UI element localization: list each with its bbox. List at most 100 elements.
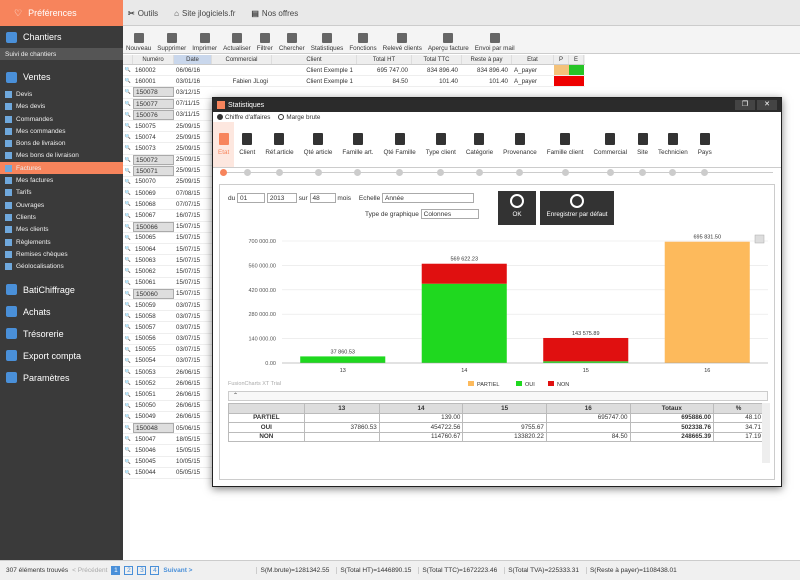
tab-famille-client[interactable]: Famille client (542, 122, 589, 167)
view-icon[interactable]: 🔍 (123, 358, 133, 364)
sidebar-section-ventes[interactable]: Ventes (0, 66, 123, 88)
sidebar-item-ouvrages[interactable]: Ouvrages (0, 199, 123, 211)
view-icon[interactable]: 🔍 (123, 213, 133, 219)
col-numero[interactable]: Numéro (133, 55, 174, 64)
view-icon[interactable]: 🔍 (123, 347, 133, 353)
view-icon[interactable]: 🔍 (123, 157, 133, 163)
close-icon[interactable]: ✕ (757, 100, 777, 110)
view-icon[interactable]: 🔍 (123, 392, 133, 398)
toolbar-filtrer-button[interactable]: Filtrer (254, 26, 276, 54)
toolbar-supprimer-button[interactable]: Supprimer (154, 26, 189, 54)
sidebar-item-remises-ch-ques[interactable]: Remises chèques (0, 248, 123, 260)
sidebar-item-r-glements[interactable]: Règlements (0, 236, 123, 248)
sidebar-item-clients[interactable]: Clients (0, 211, 123, 223)
page-2[interactable]: 2 (124, 566, 134, 575)
col-date[interactable]: Date (174, 55, 212, 64)
view-icon[interactable]: 🔍 (123, 369, 133, 375)
view-icon[interactable]: 🔍 (123, 78, 133, 84)
view-icon[interactable]: 🔍 (123, 291, 133, 297)
page-4[interactable]: 4 (150, 566, 160, 575)
tab-provenance[interactable]: Provenance (498, 122, 542, 167)
view-icon[interactable]: 🔍 (123, 224, 133, 230)
view-icon[interactable]: 🔍 (123, 89, 133, 95)
toolbar-aper-u-facture-button[interactable]: Aperçu facture (425, 26, 472, 54)
sidebar-item-bons-de-livraison[interactable]: Bons de livraison (0, 137, 123, 149)
view-icon[interactable]: 🔍 (123, 179, 133, 185)
table-scrollbar[interactable] (762, 403, 770, 463)
sidebar-item-factures[interactable]: Factures (0, 162, 123, 175)
sidebar-section-tresorerie[interactable]: Trésorerie (0, 323, 123, 345)
col-commercial[interactable]: Commercial (212, 55, 272, 64)
tab-famille-art-[interactable]: Famille art. (337, 122, 378, 167)
view-icon[interactable]: 🔍 (123, 470, 133, 476)
sidebar-item-mes-factures[interactable]: Mes factures (0, 174, 123, 186)
view-icon[interactable]: 🔍 (123, 235, 133, 241)
sidebar-section-parametres[interactable]: Paramètres (0, 367, 123, 389)
sidebar-item-mes-clients[interactable]: Mes clients (0, 224, 123, 236)
tab-qt-article[interactable]: Qté article (299, 122, 338, 167)
view-icon[interactable]: 🔍 (123, 313, 133, 319)
view-icon[interactable]: 🔍 (123, 459, 133, 465)
tab-r-f-article[interactable]: Réf.article (260, 122, 298, 167)
view-icon[interactable]: 🔍 (123, 168, 133, 174)
view-icon[interactable]: 🔍 (123, 112, 133, 118)
toolbar-nouveau-button[interactable]: Nouveau (123, 26, 154, 54)
sidebar-item-devis[interactable]: Devis (0, 88, 123, 100)
view-icon[interactable]: 🔍 (123, 246, 133, 252)
next-page-link[interactable]: Suivant > (163, 567, 192, 574)
sidebar-item-g-olocalisations[interactable]: Géolocalisations (0, 260, 123, 272)
radio-chiffre-affaires[interactable]: Chiffre d'affaires (217, 114, 270, 121)
sidebar-item-tarifs[interactable]: Tarifs (0, 187, 123, 199)
tab-etat[interactable]: Etat (213, 122, 235, 167)
year-select[interactable]: 2013 (266, 193, 297, 203)
sidebar-section-export-compta[interactable]: Export compta (0, 345, 123, 367)
col-client[interactable]: Client (272, 55, 357, 64)
view-icon[interactable]: 🔍 (123, 324, 133, 330)
view-icon[interactable]: 🔍 (123, 414, 133, 420)
tab-site[interactable]: Site (632, 122, 653, 167)
table-row[interactable]: 🔍 160002 06/06/16 Client Exemple 1 695 747.0… (123, 65, 585, 77)
chart-type-select[interactable]: Colonnes (420, 209, 479, 219)
page-3[interactable]: 3 (137, 566, 147, 575)
sidebar-item-mes-bons-de-livraison[interactable]: Mes bons de livraison (0, 150, 123, 162)
view-icon[interactable]: 🔍 (123, 403, 133, 409)
col-total-ht[interactable]: Total HT (357, 55, 412, 64)
view-icon[interactable]: 🔍 (123, 201, 133, 207)
offers-link[interactable]: ▤ Nos offres (251, 9, 298, 18)
col-etat[interactable]: Etat (512, 55, 554, 64)
view-icon[interactable]: 🔍 (123, 190, 133, 196)
tab-cat-gorie[interactable]: Catégorie (461, 122, 498, 167)
toolbar-relev-clients-button[interactable]: Relevé clients (380, 26, 425, 54)
preferences-button[interactable]: ♡ Préférences (0, 0, 123, 26)
tab-technicien[interactable]: Technicien (653, 122, 693, 167)
sidebar-item-commandes[interactable]: Commandes (0, 113, 123, 125)
page-1[interactable]: 1 (111, 566, 121, 575)
view-icon[interactable]: 🔍 (123, 134, 133, 140)
restore-window-icon[interactable]: ❐ (735, 100, 755, 110)
sidebar-item-mes-devis[interactable]: Mes devis (0, 101, 123, 113)
tab-pays[interactable]: Pays (693, 122, 717, 167)
view-icon[interactable]: 🔍 (123, 101, 133, 107)
table-row[interactable]: 🔍 160001 03/01/16 Fabien JLogi Client Exempl… (123, 76, 585, 88)
col-e[interactable]: E (569, 55, 584, 64)
view-icon[interactable]: 🔍 (123, 67, 133, 73)
col-reste[interactable]: Reste à pay (462, 55, 512, 64)
view-icon[interactable]: 🔍 (123, 380, 133, 386)
tools-link[interactable]: ✂ Outils (128, 9, 158, 18)
col-total-ttc[interactable]: Total TTC (412, 55, 462, 64)
radio-marge-brute[interactable]: Marge brute (278, 114, 320, 121)
view-icon[interactable]: 🔍 (123, 280, 133, 286)
view-icon[interactable]: 🔍 (123, 447, 133, 453)
toolbar-imprimer-button[interactable]: Imprimer (189, 26, 220, 54)
month-select[interactable]: 01 (237, 193, 266, 203)
sidebar-section-chantiers[interactable]: Chantiers (0, 26, 123, 48)
toolbar-chercher-button[interactable]: Chercher (276, 26, 308, 54)
tab-qt-famille[interactable]: Qté Famille (379, 122, 421, 167)
view-icon[interactable]: 🔍 (123, 425, 133, 431)
sidebar-item-suivi-chantiers[interactable]: Suivi de chantiers (0, 48, 123, 61)
save-default-button[interactable]: Enregistrer par défaut (540, 191, 614, 225)
scale-select[interactable]: Année (382, 193, 475, 203)
tab-commercial[interactable]: Commercial (589, 122, 633, 167)
collapse-toggle[interactable]: ⌃ (228, 391, 768, 401)
toolbar-statistiques-button[interactable]: Statistiques (308, 26, 347, 54)
